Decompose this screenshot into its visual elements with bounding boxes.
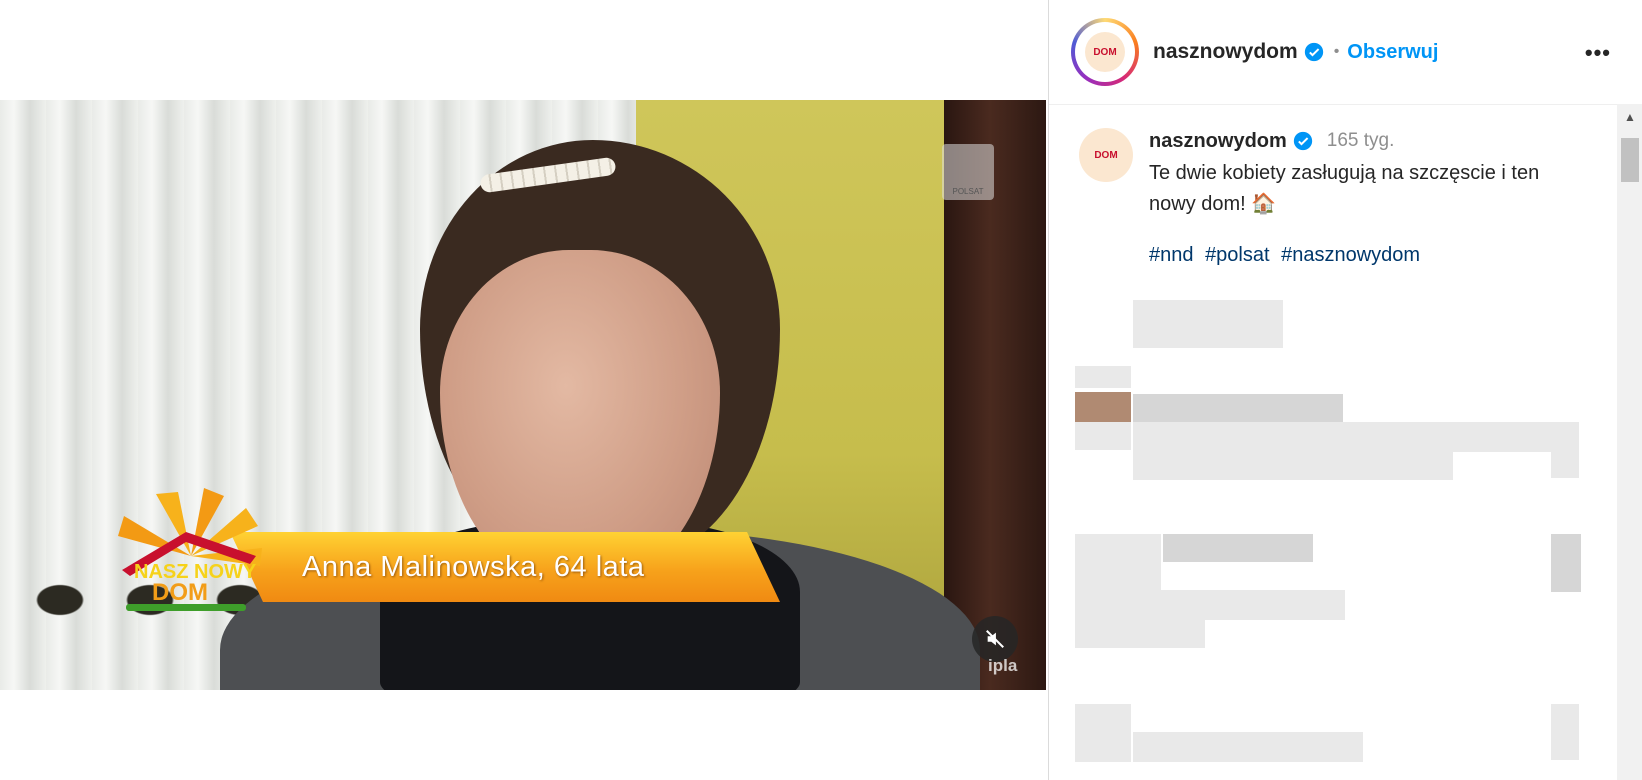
comments-scrollbar[interactable]: ▲ bbox=[1617, 104, 1642, 780]
redacted-comment-like bbox=[1551, 704, 1579, 760]
scrollbar-thumb[interactable] bbox=[1621, 138, 1639, 182]
avatar-logo-text: DOM bbox=[1093, 46, 1117, 58]
caption-body: nasznowydom 165 tyg. Te dwie kobiety zas… bbox=[1149, 128, 1589, 267]
media-pane: POLSAT Anna Malinowska, 64 lata NASZ NOW… bbox=[0, 0, 1048, 780]
caption-text: Te dwie kobiety zasługują na szczęscie i… bbox=[1149, 162, 1540, 215]
post-panel: DOM nasznowydom • Obserwuj ••• DOM naszn… bbox=[1048, 0, 1642, 780]
header-separator: • bbox=[1333, 43, 1340, 60]
redacted-comment-line bbox=[1133, 452, 1453, 480]
post-header: DOM nasznowydom • Obserwuj ••• bbox=[1049, 0, 1642, 105]
follow-button[interactable]: Obserwuj bbox=[1347, 41, 1438, 64]
verified-badge-icon bbox=[1293, 131, 1312, 151]
hashtag-link[interactable]: #polsat bbox=[1205, 244, 1270, 266]
show-logo-line2: DOM bbox=[152, 579, 208, 606]
show-logo: NASZ NOWY DOM bbox=[118, 488, 262, 611]
redacted-comment-line bbox=[1133, 394, 1343, 422]
caption-meta: nasznowydom 165 tyg. bbox=[1149, 128, 1589, 154]
redacted-comment-like bbox=[1551, 534, 1581, 592]
caption-hashtags: #nnd #polsat #nasznowydom bbox=[1149, 244, 1589, 267]
redacted-comment-line bbox=[1075, 620, 1205, 648]
redacted-comment-avatar bbox=[1075, 422, 1131, 450]
redacted-comment-line bbox=[1133, 422, 1553, 452]
profile-avatar-inner: DOM bbox=[1075, 22, 1135, 82]
redacted-comment-avatar bbox=[1075, 534, 1161, 590]
polsat-watermark: POLSAT bbox=[942, 144, 994, 200]
header-username-link[interactable]: nasznowydom bbox=[1153, 40, 1298, 64]
caption-avatar[interactable]: DOM bbox=[1079, 128, 1133, 182]
redacted-comment-line bbox=[1075, 590, 1345, 620]
ipla-watermark-label: ipla bbox=[988, 656, 1018, 675]
more-horizontal-icon[interactable]: ••• bbox=[1585, 40, 1611, 66]
nasz-dom-logo-icon: DOM bbox=[1085, 32, 1125, 72]
redacted-comment-avatar bbox=[1075, 366, 1131, 388]
redacted-comment-line bbox=[1133, 732, 1363, 762]
grass-strip bbox=[126, 604, 246, 611]
name-caption-text: Anna Malinowska, 64 lata bbox=[302, 550, 645, 583]
polsat-watermark-label: POLSAT bbox=[952, 187, 984, 196]
redacted-comment-avatar bbox=[1075, 704, 1131, 762]
caption-timestamp[interactable]: 165 tyg. bbox=[1327, 130, 1395, 152]
speaker-muted-icon bbox=[986, 630, 1004, 648]
ipla-watermark: ipla bbox=[988, 656, 1017, 676]
profile-avatar[interactable]: DOM bbox=[1071, 18, 1139, 86]
redacted-comment-like bbox=[1551, 422, 1579, 478]
scroll-up-icon[interactable]: ▲ bbox=[1617, 104, 1642, 130]
caption-username-link[interactable]: nasznowydom bbox=[1149, 130, 1287, 153]
hashtag-link[interactable]: #nnd bbox=[1149, 244, 1194, 266]
redacted-comment-line bbox=[1163, 534, 1313, 562]
caption-avatar-text: DOM bbox=[1094, 149, 1118, 161]
verified-badge-icon bbox=[1304, 42, 1323, 62]
name-caption-banner: Anna Malinowska, 64 lata bbox=[230, 532, 780, 602]
hashtag-link[interactable]: #nasznowydom bbox=[1281, 244, 1420, 266]
redacted-comment-block bbox=[1133, 300, 1283, 348]
video-player[interactable]: POLSAT Anna Malinowska, 64 lata NASZ NOW… bbox=[0, 100, 1046, 690]
redacted-comment-avatar bbox=[1075, 392, 1131, 422]
